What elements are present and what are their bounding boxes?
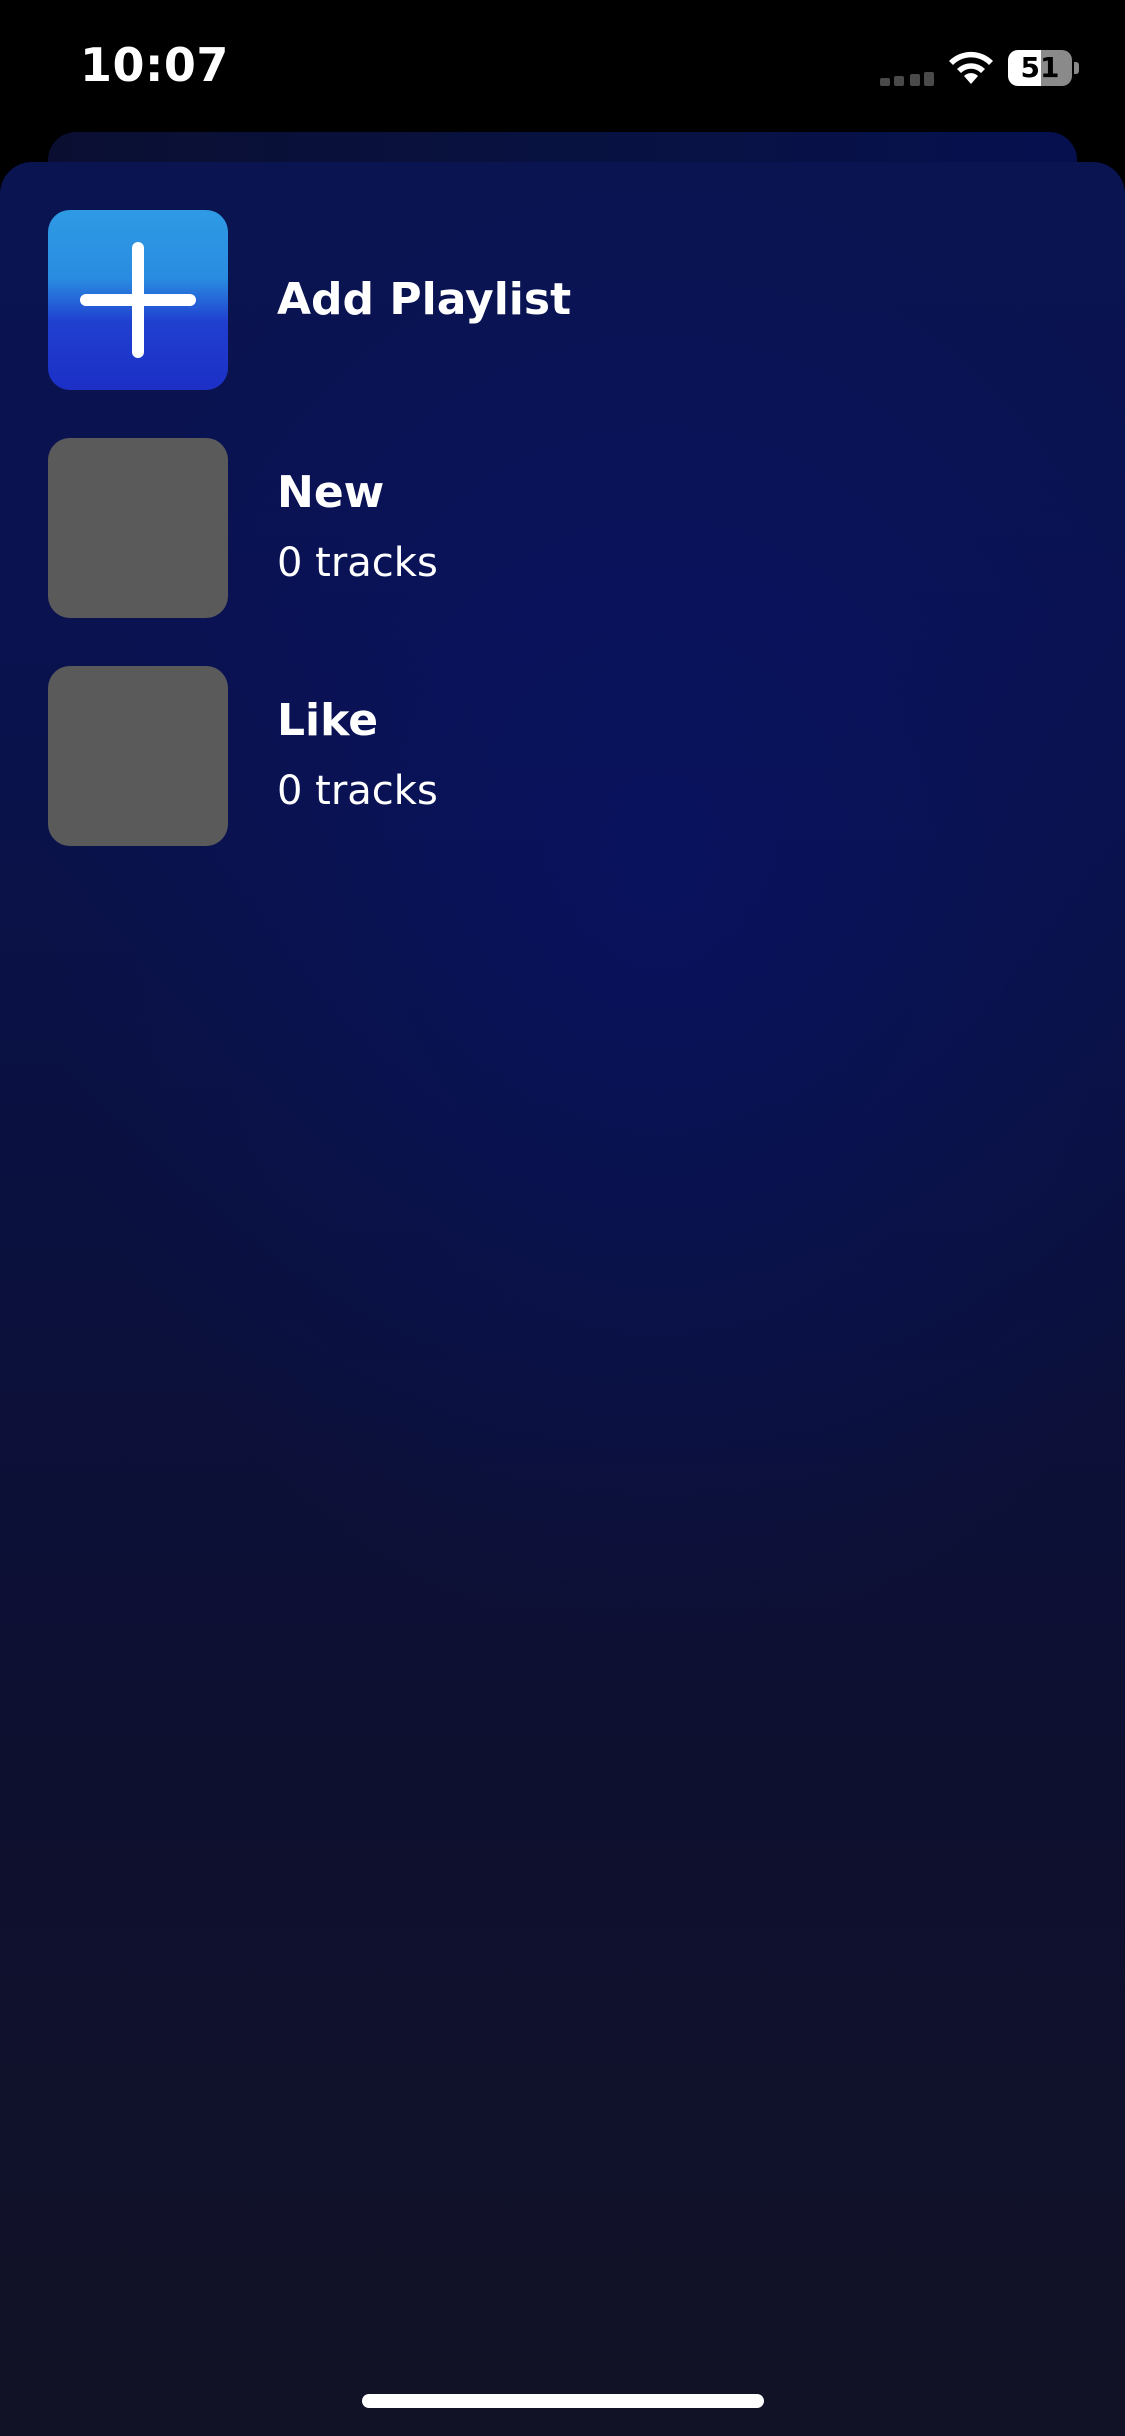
playlist-track-count: 0 tracks	[277, 768, 438, 814]
playlist-artwork-placeholder	[48, 438, 228, 618]
playlist-item-like[interactable]: Like 0 tracks	[0, 666, 1125, 846]
home-indicator[interactable]	[362, 2394, 764, 2408]
screen: 10:07 51 Add Playlist New 0 tracks Like …	[0, 0, 1125, 2436]
add-playlist-label: Add Playlist	[277, 274, 572, 325]
playlist-track-count: 0 tracks	[277, 540, 438, 586]
playlist-sheet: Add Playlist New 0 tracks Like 0 tracks	[0, 162, 1125, 2436]
playlist-title: New	[277, 467, 385, 518]
signal-icon	[880, 70, 936, 86]
playlist-list: Add Playlist New 0 tracks Like 0 tracks	[0, 210, 1125, 894]
wifi-icon	[949, 51, 993, 84]
add-playlist-button[interactable]: Add Playlist	[0, 210, 1125, 390]
battery-level: 51	[1020, 51, 1060, 84]
playlist-item-new[interactable]: New 0 tracks	[0, 438, 1125, 618]
plus-icon	[80, 242, 196, 358]
status-time: 10:07	[80, 38, 229, 92]
add-playlist-tile[interactable]	[48, 210, 228, 390]
status-bar: 10:07 51	[0, 0, 1125, 140]
playlist-title: Like	[277, 695, 379, 746]
playlist-artwork-placeholder	[48, 666, 228, 846]
battery-icon: 51	[1008, 50, 1079, 86]
